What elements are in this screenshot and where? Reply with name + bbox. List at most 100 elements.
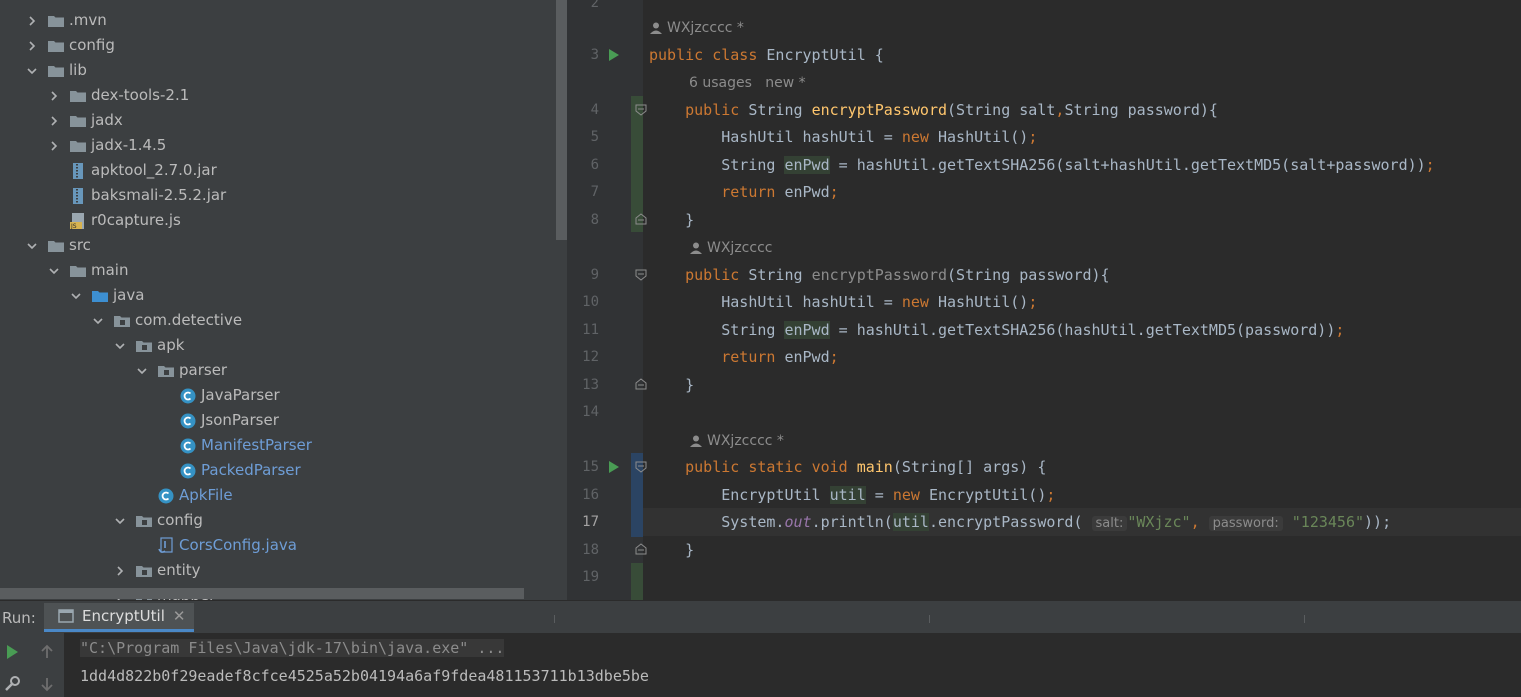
code-line-17[interactable]: System.out.println(util.encryptPassword(…: [649, 511, 1391, 535]
tree-item-config[interactable]: config: [0, 33, 567, 58]
arrow-up-icon[interactable]: [38, 643, 56, 661]
vcs-change-marker[interactable]: [631, 563, 643, 600]
tree-item-label: PackedParser: [201, 461, 301, 479]
tree-item-config[interactable]: config: [0, 508, 567, 533]
code-line-18[interactable]: }: [649, 539, 694, 561]
chevron-right-icon[interactable]: [113, 564, 127, 578]
tree-item-jadx-1-4-5[interactable]: jadx-1.4.5: [0, 133, 567, 158]
tree-item-baksmali-2-5-2-jar[interactable]: baksmali-2.5.2.jar: [0, 183, 567, 208]
tree-item-apktool-2-7-0-jar[interactable]: apktool_2.7.0.jar: [0, 158, 567, 183]
param-hint-password: password:: [1208, 516, 1283, 531]
line-number: 6: [590, 157, 599, 173]
jar-icon: [69, 162, 87, 180]
chevron-down-icon[interactable]: [91, 314, 105, 328]
arrow-down-icon[interactable]: [38, 675, 56, 693]
console-output-line[interactable]: 1dd4d822b0f29eadef8cfce4525a52b04194a6af…: [80, 667, 649, 685]
line-number-current: 17: [582, 514, 599, 530]
fold-icon[interactable]: [635, 269, 647, 281]
run-panel-header: Run: EncryptUtil ✕: [0, 600, 1521, 634]
fold-icon[interactable]: [635, 461, 647, 473]
run-main-icon[interactable]: [607, 460, 621, 474]
tree-item-com-detective[interactable]: com.detective: [0, 308, 567, 333]
line-number: 10: [582, 294, 599, 310]
author-hint[interactable]: WXjzcccc: [689, 238, 772, 258]
chevron-down-icon[interactable]: [25, 239, 39, 253]
chevron-right-icon[interactable]: [25, 14, 39, 28]
folder-icon: [47, 12, 65, 30]
tree-item-main[interactable]: main: [0, 258, 567, 283]
code-line-11[interactable]: String enPwd = hashUtil.getTextSHA256(ha…: [649, 319, 1344, 341]
line-number: 2: [590, 0, 599, 11]
code-line-12[interactable]: return enPwd;: [649, 346, 838, 368]
chevron-down-icon[interactable]: [47, 264, 61, 278]
fold-end-icon[interactable]: [635, 543, 647, 555]
console-command-line[interactable]: "C:\Program Files\Java\jdk-17\bin\java.e…: [80, 639, 505, 657]
tree-item-dex-tools-2-1[interactable]: dex-tools-2.1: [0, 83, 567, 108]
run-tab-label: EncryptUtil: [82, 607, 165, 625]
chevron-right-icon[interactable]: [47, 89, 61, 103]
code-line-15[interactable]: public static void main(String[] args) {: [649, 456, 1046, 478]
fold-end-icon[interactable]: [635, 213, 647, 225]
package-icon: [157, 362, 175, 380]
line-number: 9: [590, 267, 599, 283]
chevron-right-icon[interactable]: [47, 114, 61, 128]
code-line-13[interactable]: }: [649, 374, 694, 396]
tree-item-entity[interactable]: entity: [0, 558, 567, 583]
code-line-6[interactable]: String enPwd = hashUtil.getTextSHA256(sa…: [649, 154, 1435, 176]
run-tab-encryptutil[interactable]: EncryptUtil ✕: [44, 603, 194, 632]
tree-vertical-scrollbar[interactable]: [556, 0, 567, 240]
tree-item-jsonparser[interactable]: JsonParser: [0, 408, 567, 433]
tree-item-parser[interactable]: parser: [0, 358, 567, 383]
chevron-down-icon[interactable]: [113, 514, 127, 528]
code-line-16[interactable]: EncryptUtil util = new EncryptUtil();: [649, 484, 1055, 506]
tree-item-mvn[interactable]: .mvn: [0, 8, 567, 33]
fold-icon[interactable]: [635, 104, 647, 116]
run-label: Run:: [2, 609, 36, 627]
fold-end-icon[interactable]: [635, 378, 647, 390]
tree-item-src[interactable]: src: [0, 233, 567, 258]
rerun-icon[interactable]: [3, 643, 21, 661]
line-number: 11: [582, 322, 599, 338]
chevron-down-icon[interactable]: [113, 339, 127, 353]
run-class-icon[interactable]: [607, 48, 621, 62]
tree-item-java[interactable]: java: [0, 283, 567, 308]
code-line-7[interactable]: return enPwd;: [649, 181, 838, 203]
code-line-10[interactable]: HashUtil hashUtil = new HashUtil();: [649, 291, 1037, 313]
code-line-3[interactable]: public class EncryptUtil {: [649, 44, 884, 66]
close-icon[interactable]: ✕: [173, 607, 186, 625]
wrench-icon[interactable]: [3, 675, 21, 693]
code-line-8[interactable]: }: [649, 209, 694, 231]
tree-horizontal-scrollbar[interactable]: [0, 588, 524, 599]
tree-item-jadx[interactable]: jadx: [0, 108, 567, 133]
tree-item-packedparser[interactable]: PackedParser: [0, 458, 567, 483]
tree-item-label: dex-tools-2.1: [91, 86, 190, 104]
jar-icon: [69, 187, 87, 205]
chevron-right-icon[interactable]: [47, 139, 61, 153]
code-editor[interactable]: 2 3 4 5 6 7 8 9 10 11 12 13 14 15 16 17 …: [567, 0, 1521, 600]
chevron-down-icon[interactable]: [135, 364, 149, 378]
chevron-down-icon[interactable]: [25, 64, 39, 78]
tree-item-javaparser[interactable]: JavaParser: [0, 383, 567, 408]
author-hint[interactable]: WXjzcccc *: [649, 18, 744, 38]
run-console[interactable]: "C:\Program Files\Java\jdk-17\bin\java.e…: [0, 633, 1521, 697]
usages-count: 6 usages: [689, 75, 752, 91]
tree-item-corsconfig-java[interactable]: CorsConfig.java: [0, 533, 567, 558]
author-hint[interactable]: WXjzcccc *: [689, 431, 784, 451]
vcs-change-marker[interactable]: [631, 96, 643, 232]
chevron-down-icon[interactable]: [69, 289, 83, 303]
tree-item-lib[interactable]: lib: [0, 58, 567, 83]
usages-hint[interactable]: 6 usages new *: [689, 73, 806, 93]
folder-blue-icon: [91, 287, 109, 305]
chevron-right-icon[interactable]: [25, 39, 39, 53]
class-icon: [179, 437, 197, 455]
tree-item-label: java: [113, 286, 145, 304]
package-icon: [135, 562, 153, 580]
code-line-9[interactable]: public String encryptPassword(String pas…: [649, 264, 1109, 286]
code-line-5[interactable]: HashUtil hashUtil = new HashUtil();: [649, 126, 1037, 148]
tree-item-label: com.detective: [135, 311, 243, 329]
tree-item-r0capture-js[interactable]: JS r0capture.js: [0, 208, 567, 233]
tree-item-apkfile[interactable]: ApkFile: [0, 483, 567, 508]
tree-item-apk[interactable]: apk: [0, 333, 567, 358]
tree-item-manifestparser[interactable]: ManifestParser: [0, 433, 567, 458]
code-line-4[interactable]: public String encryptPassword(String sal…: [649, 99, 1218, 121]
